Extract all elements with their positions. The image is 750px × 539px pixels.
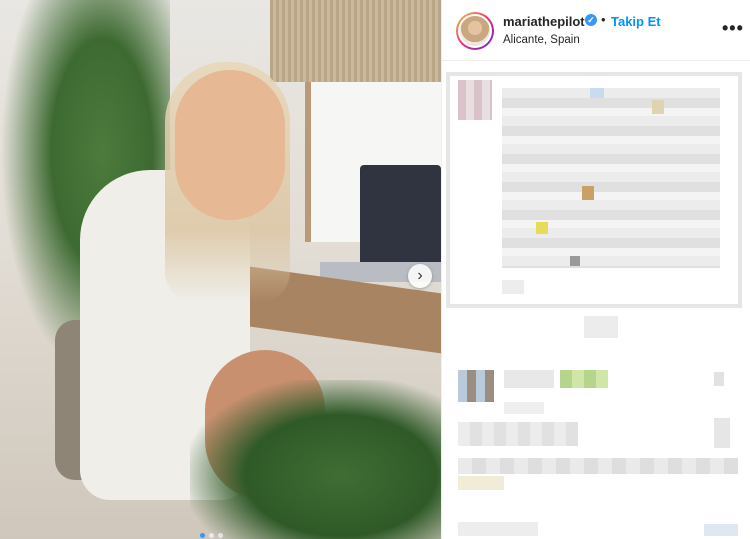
pixel-accent [536,222,548,234]
comment-like-pixelated [704,524,738,536]
carousel-dot [209,533,214,538]
separator-dot: • [601,12,606,27]
pixel-accent [570,256,580,266]
commenter-avatar-pixelated [458,80,492,120]
caption-meta-pixelated [502,280,524,294]
comment-emoji-pixelated [560,370,608,388]
comment-text-pixelated [458,458,738,474]
carousel-dot [218,533,223,538]
person-head [175,70,285,220]
more-options-icon[interactable]: ••• [722,18,744,39]
comment-avatar-pixelated [458,370,494,402]
pixel-accent [652,100,664,114]
pixel-accent [590,88,604,98]
location-link[interactable]: Alicante, Spain [503,34,580,46]
comment-like-pixelated [714,372,724,386]
comment-meta-pixelated [504,402,544,414]
pixel-accent [582,186,594,200]
follow-button[interactable]: Takip Et [611,14,661,29]
chevron-right-icon: › [417,267,423,284]
comment-text-pixelated [458,422,578,446]
caption-text-pixelated [502,88,720,268]
avatar[interactable] [456,12,494,50]
carousel-dot [200,533,205,538]
next-slide-button[interactable]: › [408,264,432,288]
carousel-dots [200,533,223,538]
comment-text-pixelated [458,522,538,536]
avatar-image [458,14,492,48]
username-link[interactable]: mariathepilot [503,14,585,29]
laptop [360,165,441,275]
verified-badge-icon: ✓ [585,14,597,26]
comment-like-pixelated [714,418,730,448]
window-blind [270,0,441,82]
comment-text-pixelated [458,476,504,490]
post-image[interactable]: › [0,0,441,539]
post-side-panel: mariathepilot ✓ • Takip Et Alicante, Spa… [441,0,750,539]
plant-foreground [190,380,441,539]
post-header: mariathepilot ✓ • Takip Et Alicante, Spa… [442,0,750,61]
caption-time-pixelated [584,316,618,338]
comment-text-pixelated [504,370,554,388]
